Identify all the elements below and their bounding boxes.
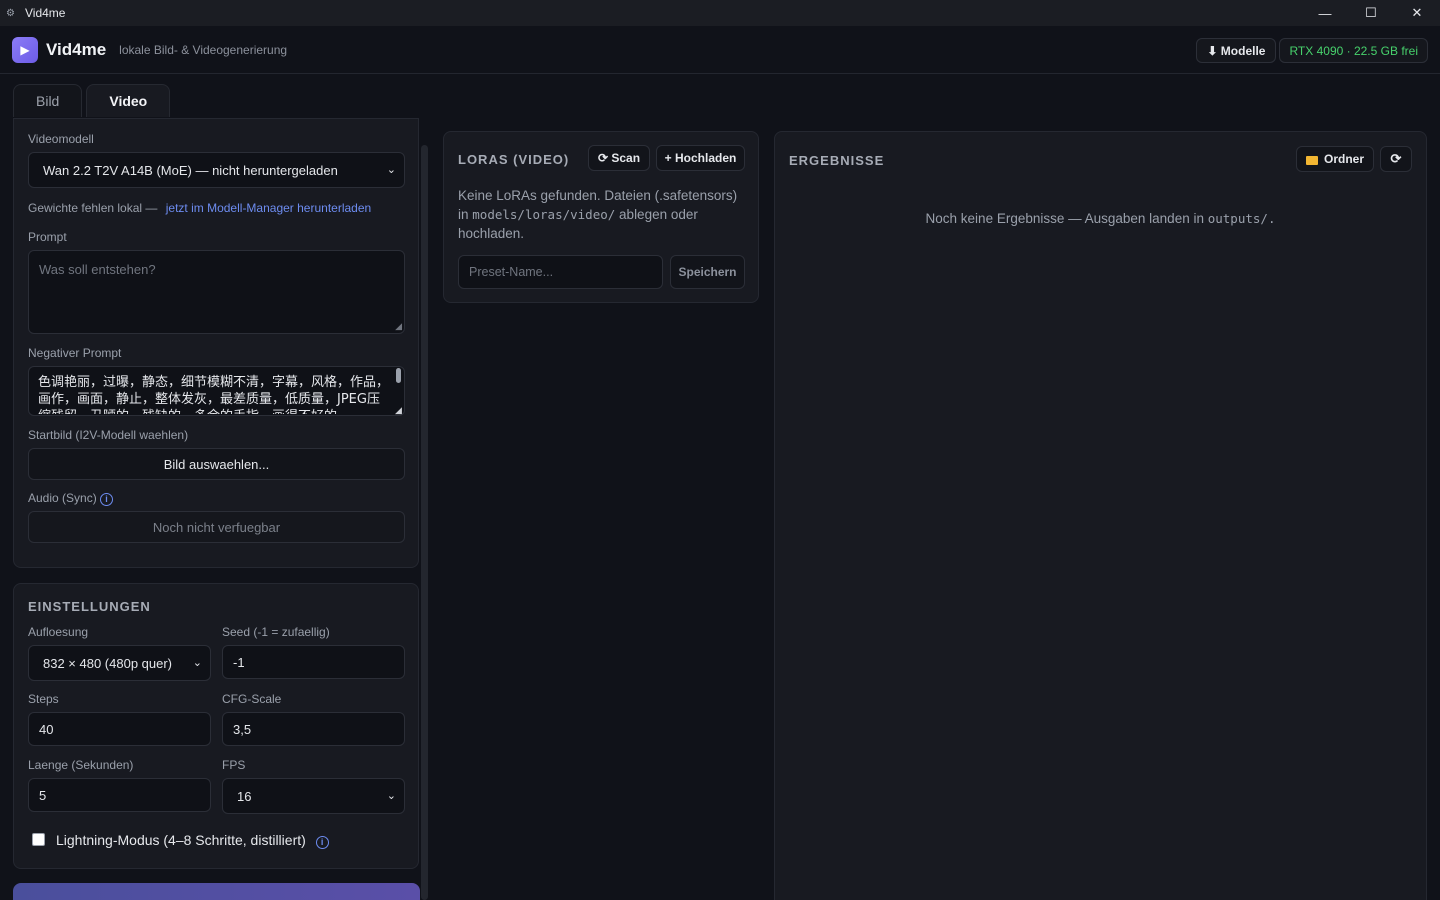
weights-missing-text: Gewichte fehlen lokal — <box>28 201 158 215</box>
seed-value: -1 <box>233 654 245 670</box>
results-empty-message: Noch keine Ergebnisse — Ausgaben landen … <box>774 211 1427 226</box>
outputs-path: outputs/. <box>1207 211 1276 226</box>
audio-sync-text: Audio (Sync) <box>28 491 97 505</box>
window-controls: — ☐ ✕ <box>1302 0 1440 26</box>
model-label: Videomodell <box>28 132 94 146</box>
loras-empty-line3: hochladen. <box>458 226 525 241</box>
open-folder-button[interactable]: Ordner <box>1296 146 1374 172</box>
chevron-down-icon: ⌄ <box>386 790 396 802</box>
negative-prompt-scrollbar[interactable] <box>396 368 401 383</box>
prompt-label: Prompt <box>28 230 67 244</box>
prompt-placeholder: Was soll entstehen? <box>39 262 156 277</box>
tab-bild[interactable]: Bild <box>13 84 83 117</box>
lightning-mode-label: Lightning-Modus (4–8 Schritte, distillie… <box>56 832 329 849</box>
tab-video[interactable]: Video <box>86 84 171 117</box>
settings-title: EINSTELLUNGEN <box>28 599 151 614</box>
fps-value: 16 <box>237 788 252 804</box>
refresh-button[interactable]: ⟳ <box>1380 146 1412 172</box>
close-icon[interactable]: ✕ <box>1394 0 1440 26</box>
resolution-value: 832 × 480 (480p quer) <box>43 655 173 671</box>
steps-input[interactable]: 40 <box>28 712 211 746</box>
loras-title: LORAS (VIDEO) <box>458 152 570 167</box>
open-folder-label: Ordner <box>1323 152 1364 166</box>
steps-value: 40 <box>39 721 54 737</box>
brand-name: Vid4me <box>46 40 107 59</box>
audio-sync-label: Audio (Sync) i <box>28 491 114 506</box>
window-titlebar: ⚙ Vid4me — ☐ ✕ <box>0 0 1440 26</box>
fps-select[interactable]: 16 ⌄ <box>222 778 405 814</box>
gpu-status-badge: RTX 4090 · 22.5 GB frei <box>1279 38 1428 63</box>
resolution-select[interactable]: 832 × 480 (480p quer) ⌄ <box>28 645 211 681</box>
scan-button[interactable]: ⟳ Scan <box>588 145 650 171</box>
length-value: 5 <box>39 787 47 803</box>
chevron-down-icon: ⌄ <box>386 164 396 176</box>
info-icon[interactable]: i <box>100 493 114 506</box>
window-title: Vid4me <box>25 6 66 20</box>
loras-empty-message: Keine LoRAs gefunden. Dateien (.safetens… <box>458 186 748 243</box>
start-image-label: Startbild (I2V-Modell waehlen) <box>28 428 189 442</box>
minimize-icon[interactable]: — <box>1302 0 1348 26</box>
model-select-value: Wan 2.2 T2V A14B (MoE) — nicht herunterg… <box>43 162 338 178</box>
negative-prompt-value: 色调艳丽，过曝，静态，细节模糊不清，字幕，风格，作品，画作，画面，静止，整体发灰… <box>38 375 390 414</box>
results-panel <box>774 131 1427 900</box>
preset-name-placeholder: Preset-Name... <box>469 265 554 279</box>
preset-name-input[interactable]: Preset-Name... <box>458 255 663 289</box>
choose-image-button[interactable]: Bild auswaehlen... <box>28 448 405 480</box>
resolution-label: Aufloesung <box>28 625 89 639</box>
lightning-mode-checkbox[interactable] <box>32 833 45 846</box>
length-label: Laenge (Sekunden) <box>28 758 134 772</box>
folder-icon <box>1305 155 1318 165</box>
models-button[interactable]: ⬇ Modelle <box>1196 38 1277 63</box>
app-gear-icon: ⚙ <box>6 7 15 19</box>
cfg-scale-value: 3,5 <box>233 721 252 737</box>
weights-missing-notice: Gewichte fehlen lokal — jetzt im Modell-… <box>28 201 371 215</box>
mode-tabs: Bild Video <box>13 84 171 117</box>
fps-label: FPS <box>222 758 246 772</box>
cfg-scale-label: CFG-Scale <box>222 692 282 706</box>
resize-handle-icon[interactable]: ◢ <box>395 405 402 416</box>
left-column-scrollbar[interactable] <box>421 145 428 900</box>
generate-button[interactable] <box>13 883 420 900</box>
seed-label: Seed (-1 = zufaellig) <box>222 625 330 639</box>
lightning-mode-text: Lightning-Modus (4–8 Schritte, distillie… <box>56 832 306 848</box>
loras-empty-in: in <box>458 207 469 222</box>
resize-handle-icon[interactable]: ◢ <box>395 321 402 332</box>
loras-empty-line2: in models/loras/video/ ablegen oder <box>458 205 748 224</box>
loras-empty-rest: ablegen oder <box>619 207 698 222</box>
length-input[interactable]: 5 <box>28 778 211 812</box>
results-title: ERGEBNISSE <box>789 153 885 168</box>
app-header: ▶ Vid4me lokale Bild- & Videogenerierung… <box>0 27 1440 74</box>
maximize-icon[interactable]: ☐ <box>1348 0 1394 26</box>
download-in-manager-link[interactable]: jetzt im Modell-Manager herunterladen <box>166 201 371 215</box>
negative-prompt-label: Negativer Prompt <box>28 346 122 360</box>
info-icon[interactable]: i <box>315 836 329 849</box>
seed-input[interactable]: -1 <box>222 645 405 679</box>
results-empty-text: Noch keine Ergebnisse — Ausgaben landen … <box>925 211 1204 226</box>
cfg-scale-input[interactable]: 3,5 <box>222 712 405 746</box>
upload-button[interactable]: + Hochladen <box>656 145 745 171</box>
loras-path: models/loras/video/ <box>472 207 616 222</box>
chevron-down-icon: ⌄ <box>192 657 202 669</box>
model-select[interactable]: Wan 2.2 T2V A14B (MoE) — nicht herunterg… <box>28 152 405 188</box>
loras-empty-line1: Keine LoRAs gefunden. Dateien (.safetens… <box>458 188 738 203</box>
prompt-textarea[interactable]: Was soll entstehen? ◢ <box>28 250 405 334</box>
steps-label: Steps <box>28 692 59 706</box>
brand-tagline: lokale Bild- & Videogenerierung <box>119 43 288 57</box>
save-preset-button[interactable]: Speichern <box>670 255 745 289</box>
audio-unavailable-button: Noch nicht verfuegbar <box>28 511 405 543</box>
play-logo-icon: ▶ <box>12 37 38 63</box>
